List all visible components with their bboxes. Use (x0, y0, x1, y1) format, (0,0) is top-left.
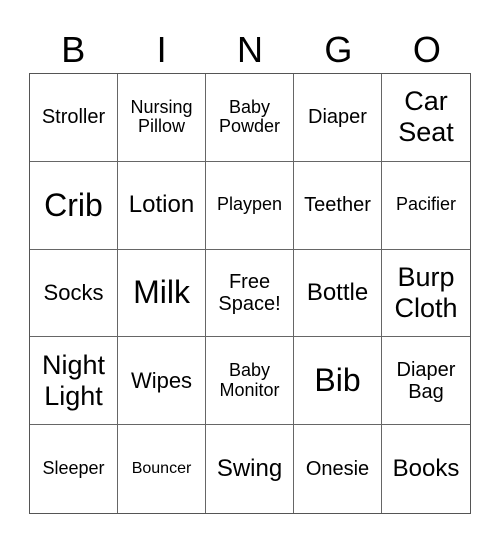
header-letter-i: I (156, 29, 167, 70)
free-space-cell[interactable]: Free Space! (206, 249, 294, 338)
bingo-cell[interactable]: Bouncer (118, 425, 206, 513)
bingo-cell[interactable]: Baby Powder (206, 74, 294, 162)
header-letter-n: N (237, 29, 264, 70)
bingo-cell[interactable]: Milk (118, 249, 206, 338)
bingo-cell[interactable]: Playpen (206, 161, 294, 250)
bingo-cell[interactable]: Night Light (30, 337, 118, 426)
bingo-cell[interactable]: Lotion (118, 161, 206, 250)
bingo-cell[interactable]: Diaper (294, 74, 382, 162)
bingo-cell[interactable]: Diaper Bag (382, 337, 470, 426)
bingo-cell[interactable]: Stroller (30, 74, 118, 162)
header-letter-b: B (61, 29, 86, 70)
bingo-cell[interactable]: Teether (294, 161, 382, 250)
bingo-cell[interactable]: Books (382, 425, 470, 513)
header-letter-g: G (324, 29, 353, 70)
header-letter-o: O (412, 29, 441, 70)
bingo-cell[interactable]: Bottle (294, 249, 382, 338)
bingo-cell[interactable]: Sleeper (30, 425, 118, 513)
bingo-header: B I N G O (29, 28, 471, 72)
bingo-cell[interactable]: Onesie (294, 425, 382, 513)
bingo-cell[interactable]: Pacifier (382, 162, 470, 250)
bingo-cell[interactable]: Wipes (118, 337, 206, 426)
bingo-cell[interactable]: Swing (206, 425, 294, 513)
bingo-cell[interactable]: Car Seat (382, 74, 470, 162)
bingo-cell[interactable]: Burp Cloth (382, 250, 470, 338)
bingo-cell[interactable]: Crib (30, 161, 118, 250)
bingo-cell[interactable]: Socks (30, 249, 118, 338)
bingo-cell[interactable]: Bib (294, 337, 382, 426)
bingo-grid: Stroller Nursing Pillow Baby Powder Diap… (29, 73, 471, 514)
bingo-cell[interactable]: Nursing Pillow (118, 74, 206, 162)
bingo-cell[interactable]: Baby Monitor (206, 337, 294, 426)
